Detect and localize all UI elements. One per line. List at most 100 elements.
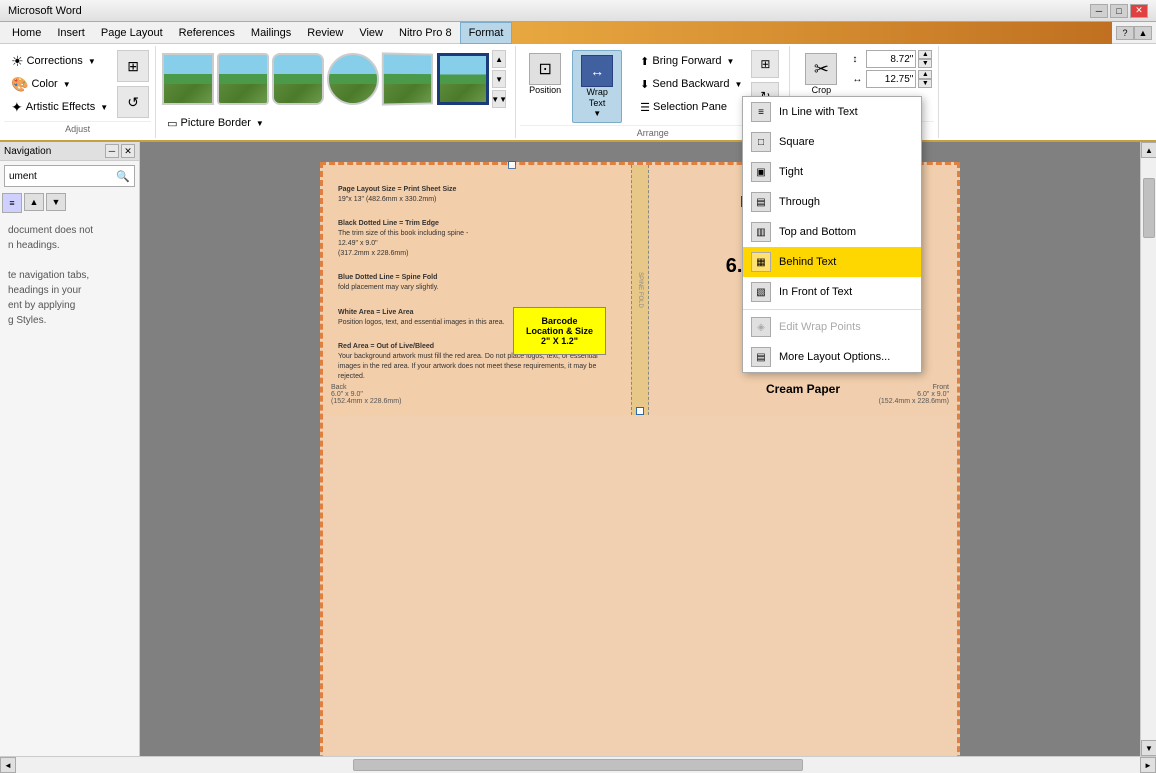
- width-down[interactable]: ▼: [918, 79, 932, 88]
- style-thumb-5[interactable]: [382, 52, 433, 105]
- collapse-ribbon[interactable]: ▲: [1134, 26, 1152, 40]
- menu-bar: Home Insert Page Layout References Maili…: [0, 22, 1156, 44]
- wrap-through-icon: ▤: [751, 192, 771, 212]
- horizontal-scrollbar[interactable]: [16, 757, 1140, 772]
- menu-mailings[interactable]: Mailings: [243, 22, 299, 44]
- color-dropdown-arrow: ▼: [63, 80, 71, 89]
- vertical-scrollbar[interactable]: [1141, 158, 1156, 740]
- menu-review[interactable]: Review: [299, 22, 351, 44]
- main-layout: Navigation ─ ✕ 🔍 ≡ ▲ ▼ document does not…: [0, 142, 1156, 756]
- style-thumb-6[interactable]: [437, 53, 489, 105]
- wrap-text-icon: ↔: [581, 55, 613, 87]
- artistic-effects-button[interactable]: ✦ Artistic Effects ▼: [6, 96, 113, 118]
- selection-pane-button[interactable]: ☰ Selection Pane: [635, 96, 747, 118]
- scroll-thumb[interactable]: [1143, 178, 1155, 238]
- wrap-tight[interactable]: ▣ Tight: [743, 157, 921, 187]
- compress-reset-btns: ⊞ ↺: [117, 50, 149, 118]
- width-input[interactable]: [866, 70, 916, 88]
- scroll-left-button[interactable]: ◄: [0, 757, 16, 773]
- back-label: Back 6.0" x 9.0" (152.4mm x 228.6mm): [331, 384, 401, 405]
- adjust-buttons: ☀ Corrections ▼ 🎨 Color ▼ ✦ Artistic Eff…: [6, 50, 113, 118]
- menu-nitro[interactable]: Nitro Pro 8: [391, 22, 460, 44]
- bring-forward-button[interactable]: ⬆ Bring Forward ▼: [635, 50, 747, 72]
- wrap-text-button[interactable]: ↔ WrapText ▼: [572, 50, 622, 123]
- panel-close[interactable]: ✕: [121, 144, 135, 158]
- menu-view[interactable]: View: [351, 22, 391, 44]
- color-button[interactable]: 🎨 Color ▼: [6, 73, 113, 95]
- height-down[interactable]: ▼: [918, 59, 932, 68]
- position-button[interactable]: ⊡ Position: [522, 50, 568, 98]
- artistic-icon: ✦: [11, 99, 23, 116]
- scroll-down-button[interactable]: ▼: [1141, 740, 1156, 756]
- position-icon: ⊡: [529, 53, 561, 85]
- corrections-button[interactable]: ☀ Corrections ▼: [6, 50, 113, 72]
- bf-dropdown-arrow: ▼: [726, 57, 734, 66]
- style-thumb-1[interactable]: [162, 53, 214, 105]
- width-up[interactable]: ▲: [918, 70, 932, 79]
- headings-tab[interactable]: ≡: [2, 193, 22, 213]
- styles-scroll-up[interactable]: ▲: [492, 50, 506, 68]
- more-layout-options[interactable]: ▤ More Layout Options...: [743, 342, 921, 372]
- styles-scroll: ▲ ▼ ▼▼: [492, 50, 506, 108]
- height-input[interactable]: [866, 50, 916, 68]
- h-scroll-thumb[interactable]: [353, 759, 803, 771]
- search-input[interactable]: [5, 171, 112, 182]
- width-spinner: ▲ ▼: [918, 70, 932, 88]
- selection-handle-spine[interactable]: [636, 407, 644, 415]
- maximize-button[interactable]: □: [1110, 4, 1128, 18]
- wrap-inline-icon: ≡: [751, 102, 771, 122]
- format-tab-highlight: [512, 22, 1112, 44]
- search-icon[interactable]: 🔍: [112, 168, 134, 185]
- align-button[interactable]: ⊞: [751, 50, 779, 78]
- spine-text: SPINE FOLD: [637, 272, 643, 308]
- height-up[interactable]: ▲: [918, 50, 932, 59]
- styles-scroll-more[interactable]: ▼▼: [492, 90, 506, 108]
- style-thumb-2[interactable]: [217, 53, 269, 105]
- menu-page-layout[interactable]: Page Layout: [93, 22, 171, 44]
- wrap-square[interactable]: □ Square: [743, 127, 921, 157]
- ribbon-group-picture-styles: ▲ ▼ ▼▼ ▭ Picture Border ▼ ✦ Picture Effe…: [156, 46, 516, 138]
- send-backward-button[interactable]: ⬇ Send Backward ▼: [635, 73, 747, 95]
- minimize-button[interactable]: ─: [1090, 4, 1108, 18]
- pb-dropdown-arrow: ▼: [256, 119, 264, 128]
- wrap-through[interactable]: ▤ Through: [743, 187, 921, 217]
- style-thumb-3[interactable]: [272, 53, 324, 105]
- crop-icon: ✂: [805, 53, 837, 85]
- menu-insert[interactable]: Insert: [49, 22, 93, 44]
- crop-button[interactable]: ✂ Crop: [796, 50, 846, 98]
- paper-type: Cream Paper: [726, 382, 881, 396]
- wrap-behind-text[interactable]: ▦ Behind Text: [743, 247, 921, 277]
- ribbon: ☀ Corrections ▼ 🎨 Color ▼ ✦ Artistic Eff…: [0, 44, 1156, 142]
- wrap-front-of-text[interactable]: ▧ In Front of Text: [743, 277, 921, 307]
- width-icon: ↔: [852, 74, 864, 85]
- size-inputs: ↕ ▲ ▼ ↔ ▲ ▼: [852, 50, 932, 98]
- scroll-right-button[interactable]: ►: [1140, 757, 1156, 773]
- wrap-text-label: WrapText: [587, 87, 608, 109]
- menu-format[interactable]: Format: [460, 22, 513, 44]
- wrap-text-dropdown: ≡ In Line with Text □ Square ▣ Tight ▤ T…: [742, 96, 922, 373]
- left-panel: Navigation ─ ✕ 🔍 ≡ ▲ ▼ document does not…: [0, 142, 140, 756]
- wrap-inline[interactable]: ≡ In Line with Text: [743, 97, 921, 127]
- search-box: 🔍: [4, 165, 135, 187]
- scroll-up-button[interactable]: ▲: [1141, 142, 1156, 158]
- corrections-icon: ☀: [11, 53, 24, 70]
- ribbon-content: ☀ Corrections ▼ 🎨 Color ▼ ✦ Artistic Eff…: [0, 44, 1156, 140]
- barcode-box: Barcode Location & Size 2" X 1.2": [513, 307, 606, 355]
- nav-down[interactable]: ▼: [46, 193, 66, 211]
- window-controls: ─ □ ✕: [1090, 4, 1148, 18]
- help-button[interactable]: ?: [1116, 26, 1134, 40]
- picture-border-button[interactable]: ▭ Picture Border ▼: [162, 112, 269, 134]
- nav-up[interactable]: ▲: [24, 193, 44, 211]
- wrap-top-bottom[interactable]: ▥ Top and Bottom: [743, 217, 921, 247]
- panel-text: document does notn headings.te navigatio…: [8, 223, 131, 328]
- style-thumb-4[interactable]: [327, 53, 379, 105]
- styles-scroll-down[interactable]: ▼: [492, 70, 506, 88]
- compress-button[interactable]: ⊞: [117, 50, 149, 82]
- menu-references[interactable]: References: [171, 22, 243, 44]
- close-button[interactable]: ✕: [1130, 4, 1148, 18]
- menu-home[interactable]: Home: [4, 22, 49, 44]
- reset-button[interactable]: ↺: [117, 86, 149, 118]
- panel-minimize[interactable]: ─: [105, 144, 119, 158]
- content-area[interactable]: Page Layout Size = Print Sheet Size 19"x…: [140, 142, 1140, 756]
- color-icon: 🎨: [11, 76, 28, 93]
